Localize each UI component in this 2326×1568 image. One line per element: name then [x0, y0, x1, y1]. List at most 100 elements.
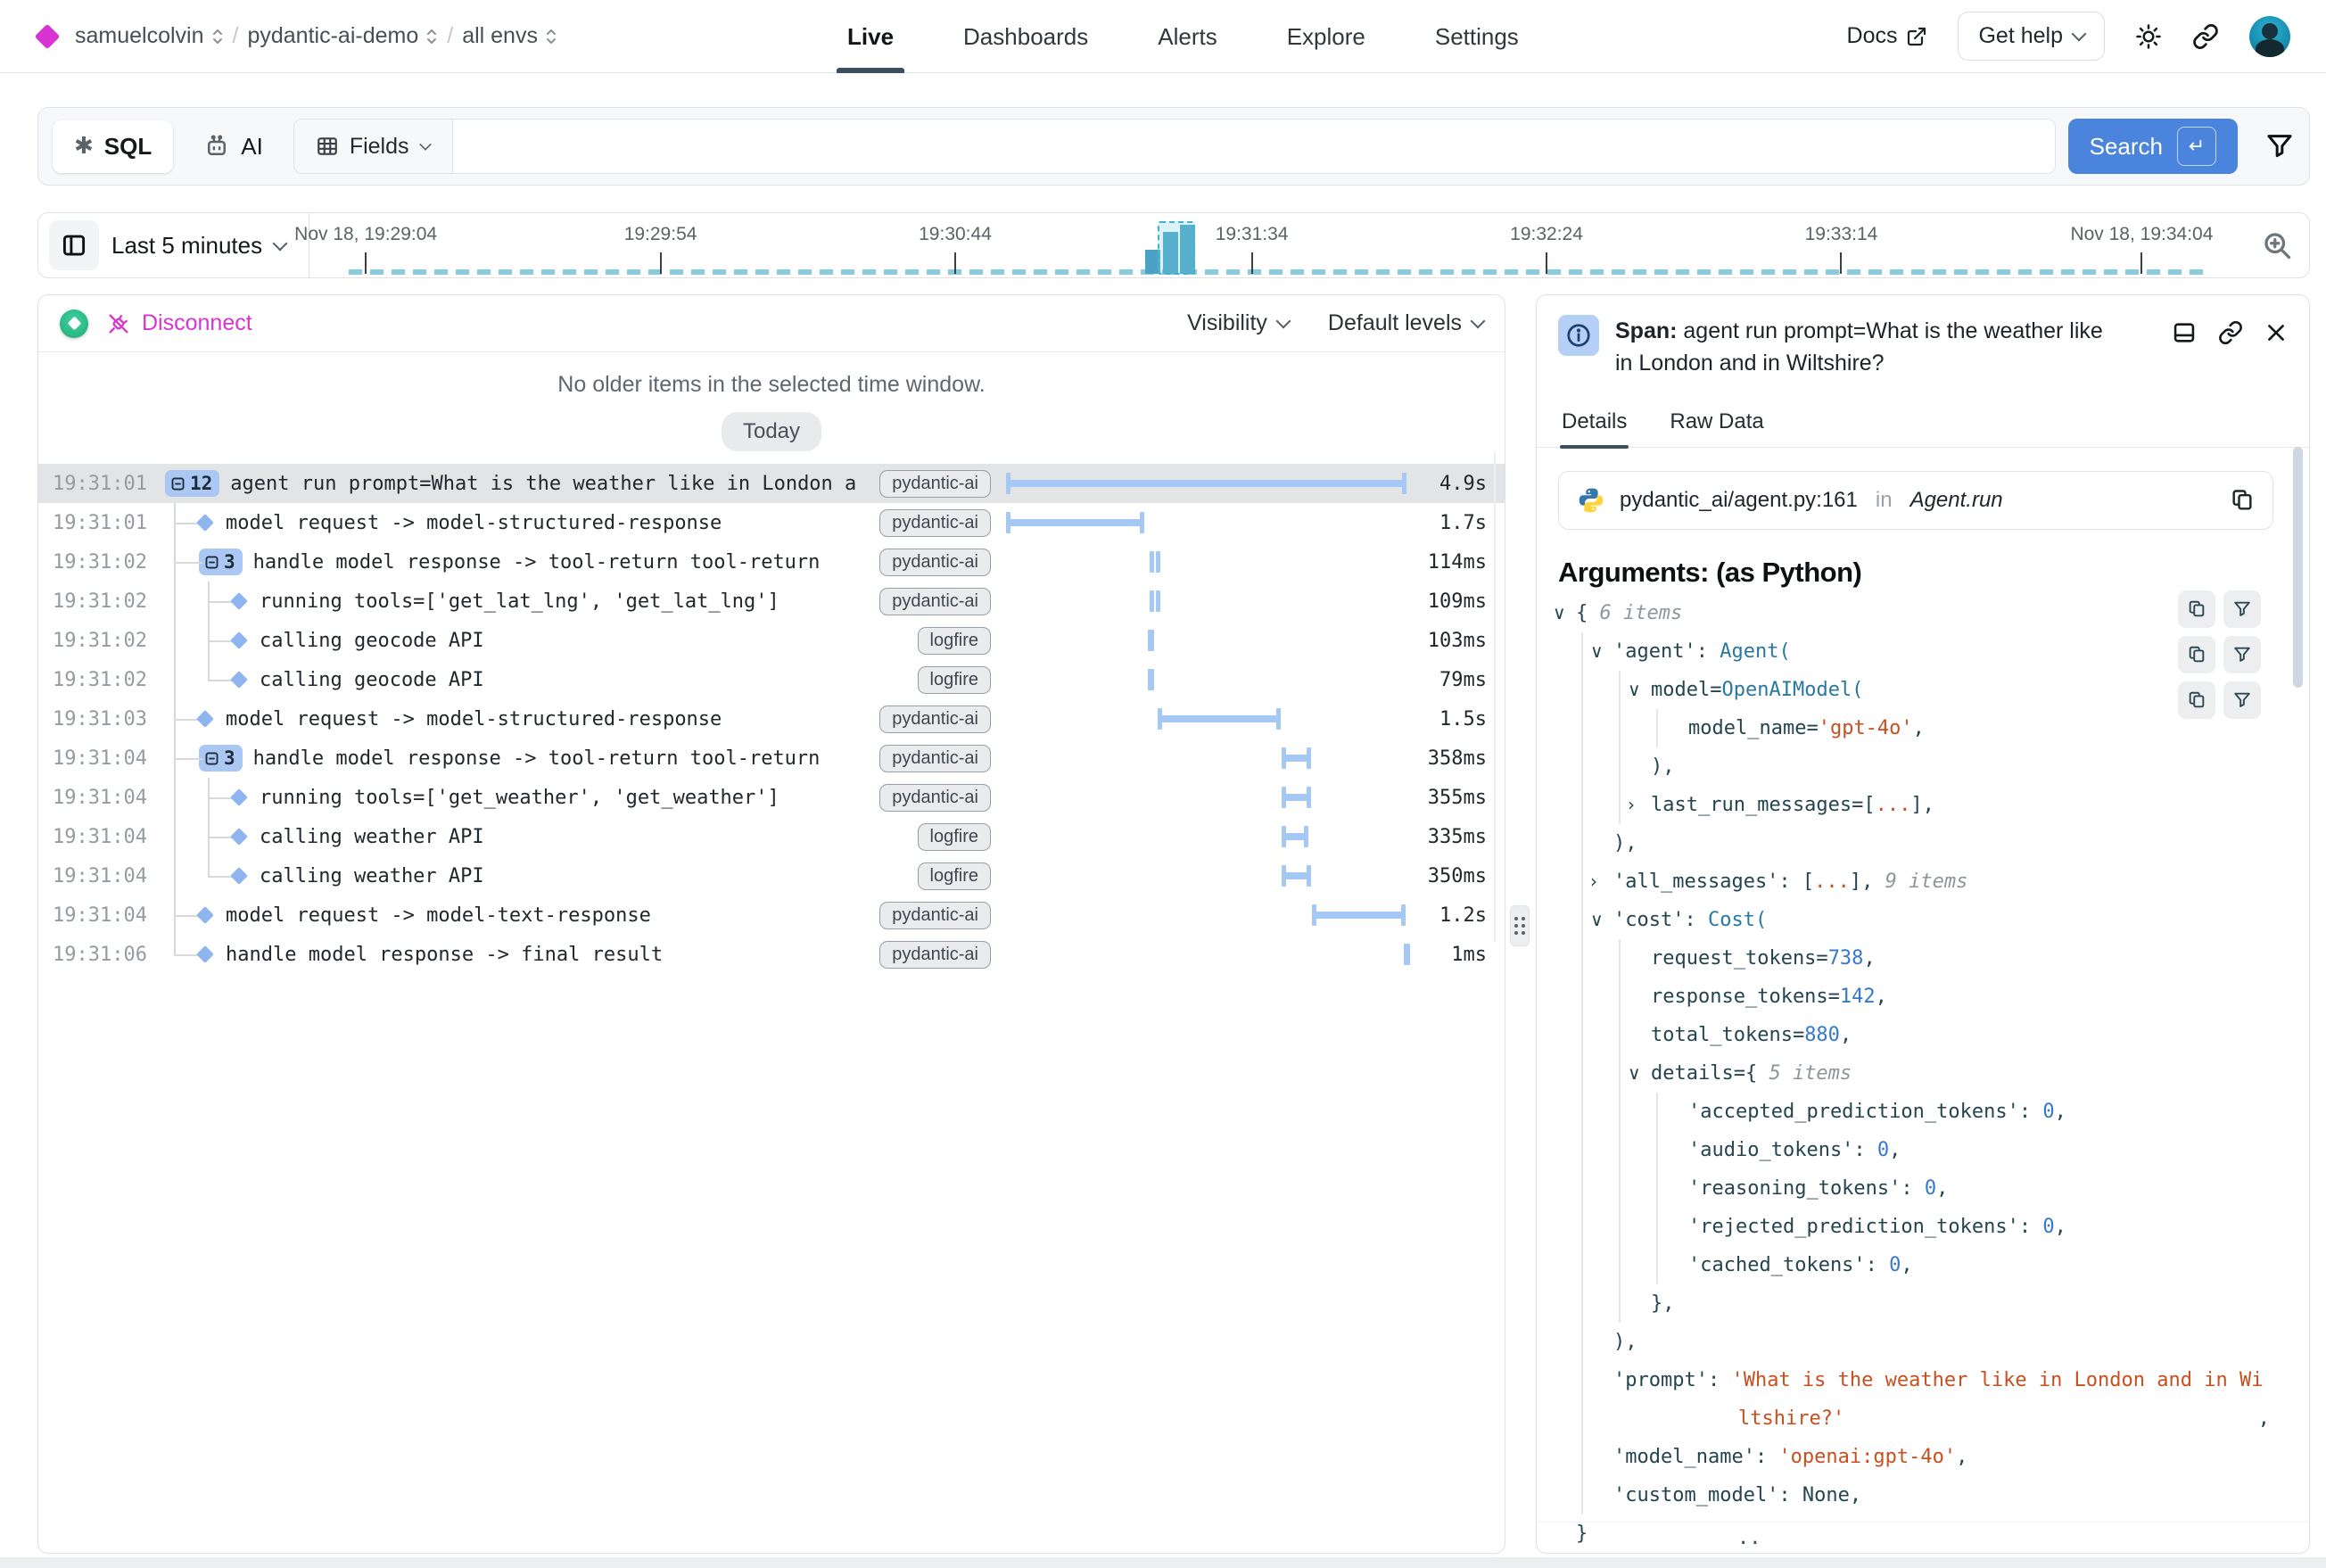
scrollbar-thumb[interactable] [2293, 447, 2303, 688]
duration-bar[interactable] [1148, 669, 1154, 690]
theme-toggle-sun-icon[interactable] [2135, 23, 2162, 50]
tag-pill[interactable]: logfire [918, 862, 991, 890]
tab-dashboards[interactable]: Dashboards [963, 0, 1088, 73]
code-indent-guide [1619, 1169, 1621, 1208]
trace-row[interactable]: 19:31:04model request -> model-text-resp… [38, 895, 1505, 935]
today-chip[interactable]: Today [722, 412, 821, 451]
tag-pill[interactable]: pydantic-ai [879, 941, 991, 969]
duration-bar[interactable] [1282, 787, 1311, 808]
panel-resize-handle[interactable] [1510, 905, 1530, 946]
tag-pill[interactable]: pydantic-ai [879, 745, 991, 772]
share-link-icon[interactable] [2192, 23, 2219, 50]
close-icon[interactable] [2264, 320, 2288, 345]
duration-bar[interactable] [1150, 590, 1160, 612]
query-input[interactable] [453, 120, 2055, 173]
tag-pill[interactable]: pydantic-ai [879, 784, 991, 812]
filter-node-button[interactable] [2223, 636, 2261, 673]
user-avatar[interactable] [2249, 16, 2290, 57]
breadcrumb-item-pydantic-ai-demo[interactable]: pydantic-ai-demo [247, 23, 438, 49]
collapse-caret-icon[interactable]: ∨ [1553, 594, 1566, 632]
tag-pill[interactable]: logfire [918, 627, 991, 655]
collapse-caret-icon[interactable]: ∨ [1628, 1054, 1641, 1093]
tag-pill[interactable]: pydantic-ai [879, 706, 991, 733]
tag-pill[interactable]: pydantic-ai [879, 470, 991, 498]
expand-caret-icon[interactable]: › [1590, 862, 1597, 901]
tag-pill[interactable]: logfire [918, 666, 991, 694]
collapse-caret-icon[interactable]: ∨ [1590, 632, 1604, 671]
copy-link-icon[interactable] [2218, 320, 2243, 345]
collapse-badge[interactable]: 3 [199, 549, 243, 575]
tab-alerts[interactable]: Alerts [1158, 0, 1217, 73]
copy-icon[interactable] [2230, 488, 2255, 513]
duration-bar[interactable] [1404, 944, 1410, 965]
filter-funnel-icon[interactable] [2264, 131, 2295, 161]
sql-mode-button[interactable]: ✱ SQL [53, 120, 173, 173]
trace-row[interactable]: 19:31:02running tools=['get_lat_lng', 'g… [38, 582, 1505, 621]
breadcrumb-item-all-envs[interactable]: all envs [462, 23, 557, 49]
default-levels-dropdown[interactable]: Default levels [1328, 310, 1483, 336]
duration-bar[interactable] [1282, 826, 1308, 847]
trace-row[interactable]: 19:31:06handle model response -> final r… [38, 935, 1505, 974]
collapse-badge[interactable]: 12 [165, 470, 219, 497]
trace-row[interactable]: 19:31:0112agent run prompt=What is the w… [38, 464, 1505, 503]
trace-row[interactable]: 19:31:043handle model response -> tool-r… [38, 739, 1505, 778]
collapse-badge[interactable]: 3 [199, 745, 243, 772]
trace-row[interactable]: 19:31:02calling geocode APIlogfire79ms [38, 660, 1505, 699]
tab-settings[interactable]: Settings [1435, 0, 1519, 73]
collapse-caret-icon[interactable]: ∨ [1590, 901, 1604, 939]
tag-pill[interactable]: pydantic-ai [879, 549, 991, 576]
visibility-dropdown[interactable]: Visibility [1187, 310, 1289, 336]
histogram-selection[interactable] [1158, 221, 1195, 275]
zoom-in-icon[interactable] [2261, 229, 2293, 261]
copy-node-button[interactable] [2178, 590, 2215, 628]
duration-bar[interactable] [1282, 865, 1311, 887]
detail-tab-details[interactable]: Details [1560, 400, 1629, 447]
time-tick-mark [660, 252, 662, 274]
duration-bar[interactable] [1312, 904, 1405, 926]
dock-bottom-icon[interactable] [2172, 320, 2197, 345]
trace-row[interactable]: 19:31:03model request -> model-structure… [38, 699, 1505, 739]
duration-bar[interactable] [1148, 630, 1154, 651]
tab-live[interactable]: Live [847, 0, 894, 73]
time-axis[interactable]: Nov 18, 19:29:0419:29:5419:30:4419:31:34… [309, 213, 2248, 277]
tag-pill[interactable]: pydantic-ai [879, 902, 991, 929]
filter-node-button[interactable] [2223, 681, 2261, 719]
tab-explore[interactable]: Explore [1287, 0, 1365, 73]
trace-row[interactable]: 19:31:01model request -> model-structure… [38, 503, 1505, 542]
scrollbar-track[interactable] [1494, 451, 1496, 942]
filter-node-button[interactable] [2223, 590, 2261, 628]
time-range-dropdown[interactable]: Last 5 minutes [111, 232, 309, 260]
trace-row[interactable]: 19:31:02calling geocode APIlogfire103ms [38, 621, 1505, 660]
docs-link[interactable]: Docs [1847, 23, 1928, 49]
trace-row[interactable]: 19:31:04calling weather APIlogfire335ms [38, 817, 1505, 856]
disconnect-button[interactable]: Disconnect [106, 310, 252, 336]
collapse-caret-icon[interactable]: ∨ [1628, 671, 1641, 709]
code-indent-guide [1581, 1323, 1583, 1361]
duration-bar[interactable] [1006, 512, 1144, 533]
trace-row[interactable]: 19:31:023handle model response -> tool-r… [38, 542, 1505, 582]
search-button[interactable]: Search ↵ [2068, 119, 2238, 174]
source-location-card[interactable]: pydantic_ai/agent.py:161 in Agent.run [1558, 471, 2273, 530]
expand-caret-icon[interactable]: › [1628, 786, 1635, 824]
tag-pill[interactable]: pydantic-ai [879, 509, 991, 537]
tag-pill[interactable]: pydantic-ai [879, 588, 991, 615]
trace-row[interactable]: 19:31:04calling weather APIlogfire350ms [38, 856, 1505, 895]
breadcrumb-item-samuelcolvin[interactable]: samuelcolvin [75, 23, 224, 49]
duration-bar[interactable] [1006, 473, 1406, 494]
fields-dropdown[interactable]: Fields [294, 120, 453, 173]
sidebar-toggle-button[interactable] [49, 220, 99, 270]
copy-node-button[interactable] [2178, 636, 2215, 673]
duration-bar[interactable] [1282, 747, 1311, 769]
logfire-logo[interactable] [35, 23, 61, 49]
code-indent-guide [1581, 862, 1583, 901]
tag-pill[interactable]: logfire [918, 823, 991, 851]
get-help-button[interactable]: Get help [1958, 12, 2105, 61]
code-token: ), [1613, 1331, 1637, 1353]
duration-bar[interactable] [1150, 551, 1160, 573]
ai-mode-button[interactable]: AI [186, 120, 281, 173]
duration-bar[interactable] [1158, 708, 1281, 730]
detail-tab-raw-data[interactable]: Raw Data [1668, 400, 1765, 447]
trace-row[interactable]: 19:31:04running tools=['get_weather', 'g… [38, 778, 1505, 817]
code-token: 880 [1804, 1024, 1840, 1046]
copy-node-button[interactable] [2178, 681, 2215, 719]
